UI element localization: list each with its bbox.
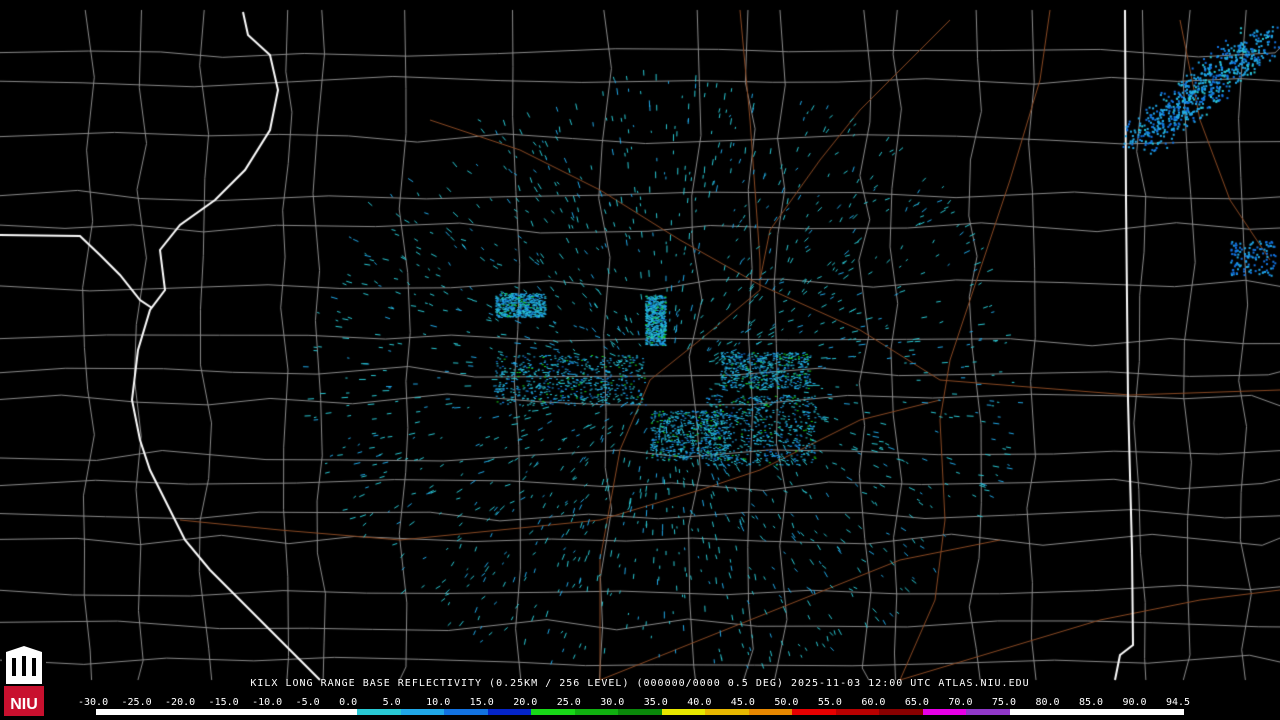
legend-label: 94.5 bbox=[1166, 697, 1191, 708]
legend-color-segment bbox=[487, 709, 532, 715]
legend-label: 35.0 bbox=[643, 697, 668, 708]
legend-color-segment bbox=[966, 709, 1010, 715]
legend-label: 65.0 bbox=[904, 697, 929, 708]
product-title: KILX LONG RANGE BASE REFLECTIVITY (0.25K… bbox=[250, 678, 1030, 689]
legend-label: 25.0 bbox=[556, 697, 581, 708]
legend-color-segment bbox=[313, 709, 358, 715]
legend-label: 5.0 bbox=[382, 697, 401, 708]
legend-label: -5.0 bbox=[295, 697, 320, 708]
legend-label: 45.0 bbox=[730, 697, 755, 708]
legend-label: 60.0 bbox=[861, 697, 886, 708]
legend-color-segment bbox=[922, 709, 967, 715]
legend-label: 0.0 bbox=[339, 697, 358, 708]
legend-label: -10.0 bbox=[252, 697, 283, 708]
legend-label: 70.0 bbox=[948, 697, 973, 708]
legend-color-segment bbox=[792, 709, 836, 715]
legend-color-segment bbox=[705, 709, 749, 715]
legend-color-segment bbox=[1096, 709, 1141, 715]
legend-color-segment bbox=[183, 709, 227, 715]
legend-label: -25.0 bbox=[121, 697, 152, 708]
legend-color-segment bbox=[357, 709, 401, 715]
legend-color-segment bbox=[139, 709, 184, 715]
legend-label: -15.0 bbox=[208, 697, 239, 708]
legend-label: 10.0 bbox=[426, 697, 451, 708]
legend-color-segment bbox=[1053, 709, 1097, 715]
legend-label: 75.0 bbox=[991, 697, 1016, 708]
legend-label: 80.0 bbox=[1035, 697, 1060, 708]
legend-label: 55.0 bbox=[817, 697, 842, 708]
legend-color-segment bbox=[618, 709, 662, 715]
legend-label: 90.0 bbox=[1122, 697, 1147, 708]
legend-color-segment bbox=[270, 709, 314, 715]
legend-color-segment bbox=[879, 709, 923, 715]
legend-label: 30.0 bbox=[600, 697, 625, 708]
legend-color-segment bbox=[661, 709, 706, 715]
legend-label: -20.0 bbox=[165, 697, 196, 708]
legend-label: 40.0 bbox=[687, 697, 712, 708]
legend-color-segment bbox=[96, 709, 140, 715]
legend-color-segment bbox=[1009, 709, 1054, 715]
legend-color-segment bbox=[226, 709, 271, 715]
legend-color-segment bbox=[835, 709, 880, 715]
legend-color-segment bbox=[1140, 709, 1184, 715]
legend-color-segment bbox=[748, 709, 793, 715]
legend-color-segment bbox=[531, 709, 575, 715]
legend-color-segment bbox=[574, 709, 619, 715]
legend-label: 20.0 bbox=[513, 697, 538, 708]
legend-label: -30.0 bbox=[78, 697, 109, 708]
reflectivity-legend: -30.0 -25.0 -20.0 -15.0 -10.0 -5.0 0.0 5.0 10.0 1… bbox=[78, 697, 1192, 719]
legend-color-segment bbox=[400, 709, 445, 715]
legend-label: 50.0 bbox=[774, 697, 799, 708]
legend-label: 85.0 bbox=[1078, 697, 1104, 708]
legend-label: 15.0 bbox=[469, 697, 494, 708]
logo-text: NIU bbox=[10, 696, 38, 713]
legend-color-bar bbox=[96, 709, 1184, 715]
legend-labels: -30.0 -25.0 -20.0 -15.0 -10.0 -5.0 0.0 5.0 10.0 1… bbox=[78, 697, 1192, 708]
radar-map bbox=[0, 0, 1280, 720]
niu-logo: NIU bbox=[2, 646, 46, 718]
legend-color-segment bbox=[444, 709, 488, 715]
